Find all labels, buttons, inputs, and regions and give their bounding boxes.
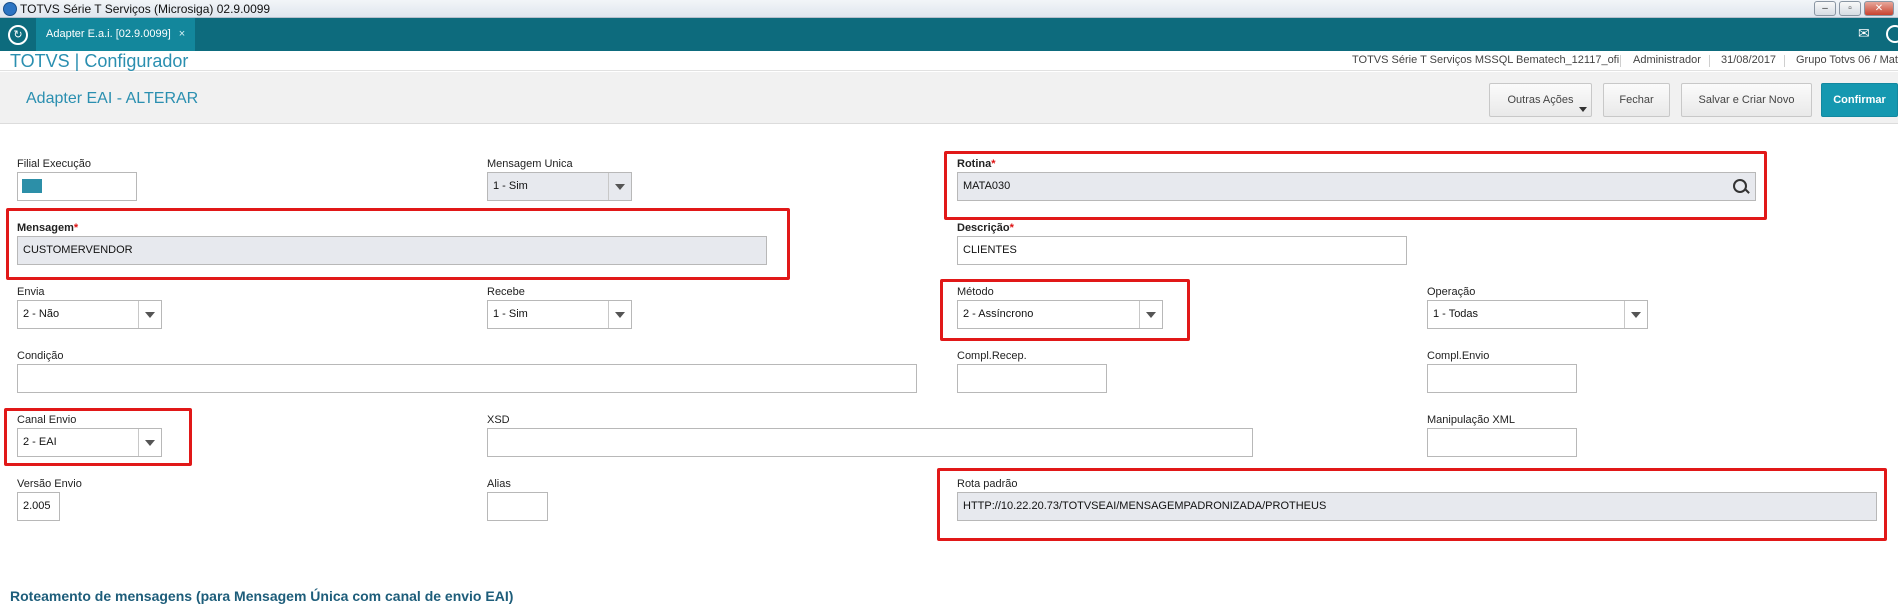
canal-envio-label: Canal Envio [17, 414, 77, 426]
recebe-label: Recebe [487, 286, 525, 298]
filial-selection-marker [22, 179, 42, 193]
mensagem-unica-select[interactable]: 1 - Sim [487, 172, 632, 201]
metodo-label: Método [957, 286, 994, 298]
filial-execucao-label: Filial Execução [17, 158, 91, 170]
envia-label: Envia [17, 286, 45, 298]
tab-label: Adapter E.a.i. [02.9.0099] [46, 28, 171, 40]
compl-recep-input[interactable] [957, 364, 1107, 393]
outras-acoes-button[interactable]: Outras Ações [1489, 83, 1592, 117]
minimize-icon[interactable]: – [1814, 1, 1836, 16]
close-icon[interactable]: ✕ [1864, 1, 1894, 16]
envia-select[interactable]: 2 - Não [17, 300, 162, 329]
operacao-value: 1 - Todas [1433, 308, 1479, 320]
header-divider [1784, 55, 1785, 67]
fechar-button[interactable]: Fechar [1603, 83, 1670, 117]
alias-input[interactable] [487, 492, 548, 521]
manipulacao-xml-label: Manipulação XML [1427, 414, 1516, 426]
header-divider [1709, 55, 1710, 67]
xsd-input[interactable] [487, 428, 1253, 457]
company-info: Grupo Totvs 06 / Matr [1796, 54, 1898, 66]
brand-title: TOTVS | Configurador [10, 51, 189, 71]
header-divider [1620, 55, 1621, 67]
mensagem-label: Mensagem* [17, 222, 79, 234]
recebe-value: 1 - Sim [493, 308, 528, 320]
salvar-criar-novo-button[interactable]: Salvar e Criar Novo [1681, 83, 1812, 117]
tab-close-icon[interactable]: × [179, 28, 185, 40]
tab-bar: ↻ Adapter E.a.i. [02.9.0099] × ✉ [0, 18, 1898, 51]
metodo-value: 2 - Assíncrono [963, 308, 1034, 320]
dropdown-arrow-icon [1579, 107, 1587, 112]
environment-info: TOTVS Série T Serviços MSSQL Bematech_12… [1352, 54, 1620, 66]
operacao-label: Operação [1427, 286, 1476, 298]
compl-envio-input[interactable] [1427, 364, 1577, 393]
search-icon[interactable] [1733, 179, 1747, 193]
tab-adapter-eai[interactable]: Adapter E.a.i. [02.9.0099] × [36, 18, 196, 51]
chevron-down-icon[interactable] [138, 301, 161, 328]
recebe-select[interactable]: 1 - Sim [487, 300, 632, 329]
chevron-down-icon[interactable] [608, 173, 631, 200]
operacao-select[interactable]: 1 - Todas [1427, 300, 1648, 329]
canal-envio-select[interactable]: 2 - EAI [17, 428, 162, 457]
compl-envio-label: Compl.Envio [1427, 350, 1490, 362]
rotina-value: MATA030 [963, 180, 1011, 192]
versao-envio-input[interactable]: 2.005 [17, 492, 60, 521]
chevron-down-icon[interactable] [608, 301, 631, 328]
section-title: Roteamento de mensagens (para Mensagem Ú… [10, 588, 514, 604]
rotina-label: Rotina* [957, 158, 996, 170]
mensagem-unica-value: 1 - Sim [493, 180, 528, 192]
home-icon[interactable]: ↻ [8, 25, 28, 45]
xsd-label: XSD [487, 414, 510, 426]
condicao-label: Condição [17, 350, 64, 362]
user-icon[interactable] [1886, 25, 1898, 43]
descricao-input[interactable]: CLIENTES [957, 236, 1407, 265]
maximize-icon[interactable]: ▫ [1839, 1, 1861, 16]
confirmar-button[interactable]: Confirmar [1821, 83, 1898, 117]
chevron-down-icon[interactable] [1139, 301, 1162, 328]
descricao-label: Descrição* [957, 222, 1014, 234]
condicao-input[interactable] [17, 364, 917, 393]
app-header: TOTVS | Configurador TOTVS Série T Servi… [0, 51, 1898, 71]
rota-padrao-label: Rota padrão [957, 478, 1018, 490]
mail-icon[interactable]: ✉ [1858, 26, 1876, 40]
user-info: Administrador [1633, 54, 1701, 66]
app-icon [3, 2, 17, 16]
outras-acoes-label: Outras Ações [1507, 94, 1574, 106]
alias-label: Alias [487, 478, 511, 490]
filial-execucao-field[interactable] [17, 172, 137, 201]
canal-envio-value: 2 - EAI [23, 436, 57, 448]
envia-value: 2 - Não [23, 308, 60, 320]
date-info: 31/08/2017 [1721, 54, 1777, 66]
rotina-input[interactable]: MATA030 [957, 172, 1756, 201]
versao-envio-label: Versão Envio [17, 478, 82, 490]
mensagem-input[interactable]: CUSTOMERVENDOR [17, 236, 767, 265]
page-title: Adapter EAI - ALTERAR [26, 90, 199, 107]
chevron-down-icon[interactable] [1624, 301, 1647, 328]
chevron-down-icon[interactable] [138, 429, 161, 456]
window-titlebar: TOTVS Série T Serviços (Microsiga) 02.9.… [0, 0, 1898, 18]
window-title: TOTVS Série T Serviços (Microsiga) 02.9.… [20, 2, 271, 16]
manipulacao-xml-input[interactable] [1427, 428, 1577, 457]
metodo-select[interactable]: 2 - Assíncrono [957, 300, 1163, 329]
page-header: Adapter EAI - ALTERAR Outras Ações Fecha… [0, 72, 1898, 124]
compl-recep-label: Compl.Recep. [957, 350, 1027, 362]
mensagem-unica-label: Mensagem Unica [487, 158, 573, 170]
rota-padrao-input[interactable]: HTTP://10.22.20.73/TOTVSEAI/MENSAGEMPADR… [957, 492, 1877, 521]
